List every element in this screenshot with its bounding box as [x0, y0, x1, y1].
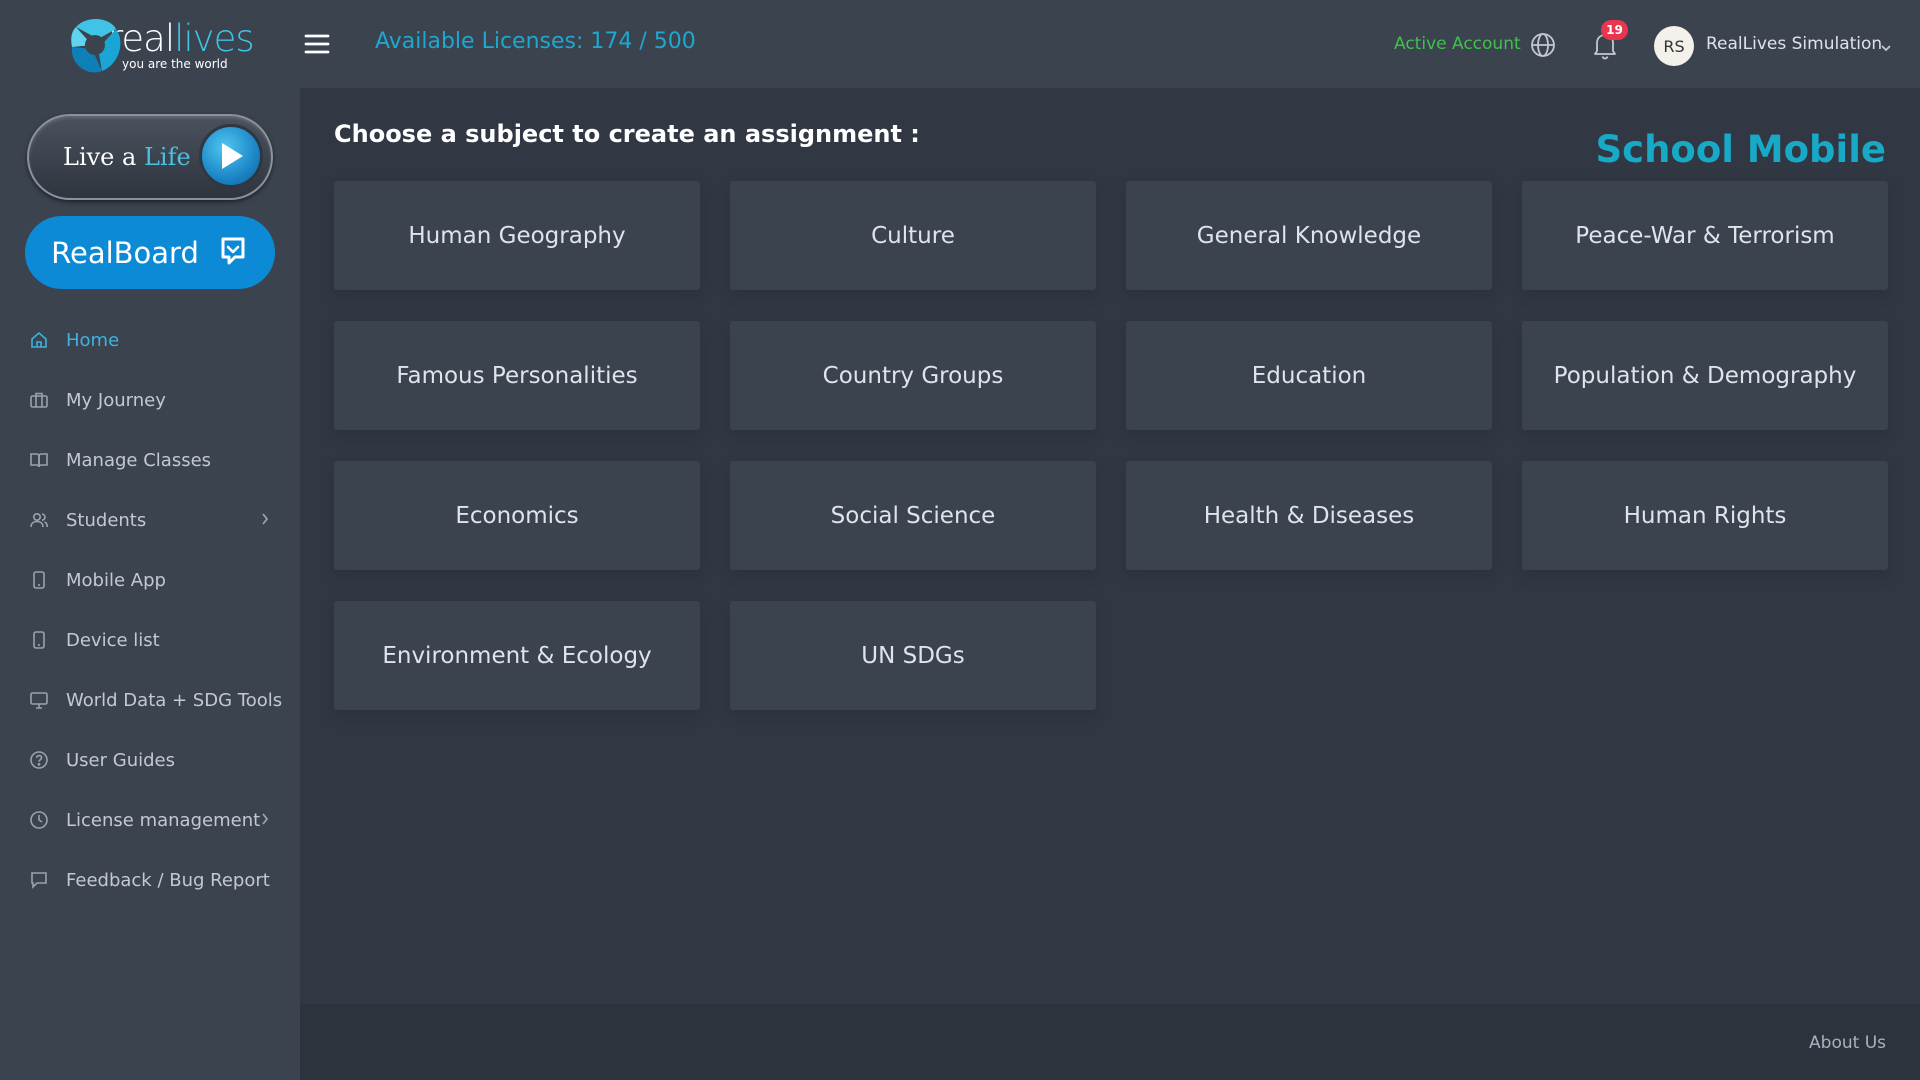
home-icon	[28, 329, 50, 351]
globe-icon[interactable]	[1530, 32, 1556, 62]
sidebar-item-students[interactable]: Students	[0, 490, 300, 550]
subject-card-environment-ecology[interactable]: Environment & Ecology	[334, 601, 700, 710]
sidebar-item-device-list[interactable]: Device list	[0, 610, 300, 670]
sidebar-item-label: Device list	[66, 629, 160, 651]
subject-card-culture[interactable]: Culture	[730, 181, 1096, 290]
message-icon	[28, 869, 50, 891]
sidebar-item-label: User Guides	[66, 749, 175, 771]
chat-board-icon	[217, 235, 249, 271]
book-icon	[28, 449, 50, 471]
subject-card-education[interactable]: Education	[1126, 321, 1492, 430]
reallives-logo[interactable]: reallives you are the world	[68, 14, 255, 76]
footer: About Us	[300, 1004, 1920, 1080]
sidebar-item-home[interactable]: Home	[0, 310, 300, 370]
sidebar-item-label: Feedback / Bug Report	[66, 869, 270, 891]
users-icon	[28, 509, 50, 531]
chevron-right-icon	[260, 511, 270, 532]
sidebar-item-license-management[interactable]: License management	[0, 790, 300, 850]
chevron-right-icon	[260, 811, 270, 832]
sidebar-item-label: My Journey	[66, 389, 166, 411]
subject-card-health-diseases[interactable]: Health & Diseases	[1126, 461, 1492, 570]
sidebar-item-label: Students	[66, 509, 147, 531]
account-status: Active Account	[1394, 34, 1521, 54]
chevron-down-icon[interactable]	[1880, 38, 1892, 57]
realboard-label: RealBoard	[51, 235, 199, 270]
briefcase-icon	[28, 389, 50, 411]
subject-card-population-demography[interactable]: Population & Demography	[1522, 321, 1888, 430]
subject-card-un-sdgs[interactable]: UN SDGs	[730, 601, 1096, 710]
sidebar-item-feedback-bug-report[interactable]: Feedback / Bug Report	[0, 850, 300, 910]
subject-card-general-knowledge[interactable]: General Knowledge	[1126, 181, 1492, 290]
sidebar-item-user-guides[interactable]: User Guides	[0, 730, 300, 790]
subject-card-country-groups[interactable]: Country Groups	[730, 321, 1096, 430]
play-icon	[199, 124, 263, 188]
phone-icon	[28, 569, 50, 591]
subject-card-economics[interactable]: Economics	[334, 461, 700, 570]
top-bar: Available Licenses: 174 / 500 Active Acc…	[300, 0, 1920, 88]
reallives-logo-mark-icon	[68, 15, 126, 75]
sidebar-item-my-journey[interactable]: My Journey	[0, 370, 300, 430]
sidebar-item-label: License management	[66, 809, 261, 831]
menu-toggle-icon[interactable]	[302, 30, 332, 58]
phone-icon	[28, 629, 50, 651]
sidebar-item-manage-classes[interactable]: Manage Classes	[0, 430, 300, 490]
sidebar: reallives you are the world Live a Life …	[0, 0, 300, 1080]
clock-icon	[28, 809, 50, 831]
sidebar-item-mobile-app[interactable]: Mobile App	[0, 550, 300, 610]
user-menu-name[interactable]: RealLives Simulation	[1706, 34, 1882, 54]
subject-card-peace-war-terrorism[interactable]: Peace-War & Terrorism	[1522, 181, 1888, 290]
subject-card-social-science[interactable]: Social Science	[730, 461, 1096, 570]
logo-wordmark: reallives	[108, 16, 255, 60]
sidebar-item-label: World Data + SDG Tools	[66, 689, 283, 711]
product-name: School Mobile	[1595, 128, 1886, 171]
logo-tagline: you are the world	[122, 56, 228, 71]
live-a-life-button[interactable]: Live a Life	[27, 114, 273, 200]
available-licenses: Available Licenses: 174 / 500	[375, 29, 696, 54]
sidebar-item-label: Manage Classes	[66, 449, 212, 471]
help-circle-icon	[28, 749, 50, 771]
monitor-icon	[28, 689, 50, 711]
live-a-life-label: Live a Life	[63, 143, 191, 171]
subject-card-human-geography[interactable]: Human Geography	[334, 181, 700, 290]
sidebar-item-label: Mobile App	[66, 569, 166, 591]
avatar[interactable]: RS	[1654, 26, 1694, 66]
sidebar-nav: Home My Journey Manage Classes Students	[0, 310, 300, 910]
realboard-button[interactable]: RealBoard	[25, 216, 275, 289]
sidebar-item-label: Home	[66, 329, 120, 351]
subject-grid: Human Geography Culture General Knowledg…	[334, 181, 1888, 710]
subject-card-famous-personalities[interactable]: Famous Personalities	[334, 321, 700, 430]
page-title: Choose a subject to create an assignment…	[334, 120, 920, 148]
about-us-link[interactable]: About Us	[1809, 1033, 1886, 1053]
notification-badge: 19	[1601, 20, 1628, 40]
sidebar-item-world-data-sdg-tools[interactable]: World Data + SDG Tools	[0, 670, 300, 730]
subject-card-human-rights[interactable]: Human Rights	[1522, 461, 1888, 570]
